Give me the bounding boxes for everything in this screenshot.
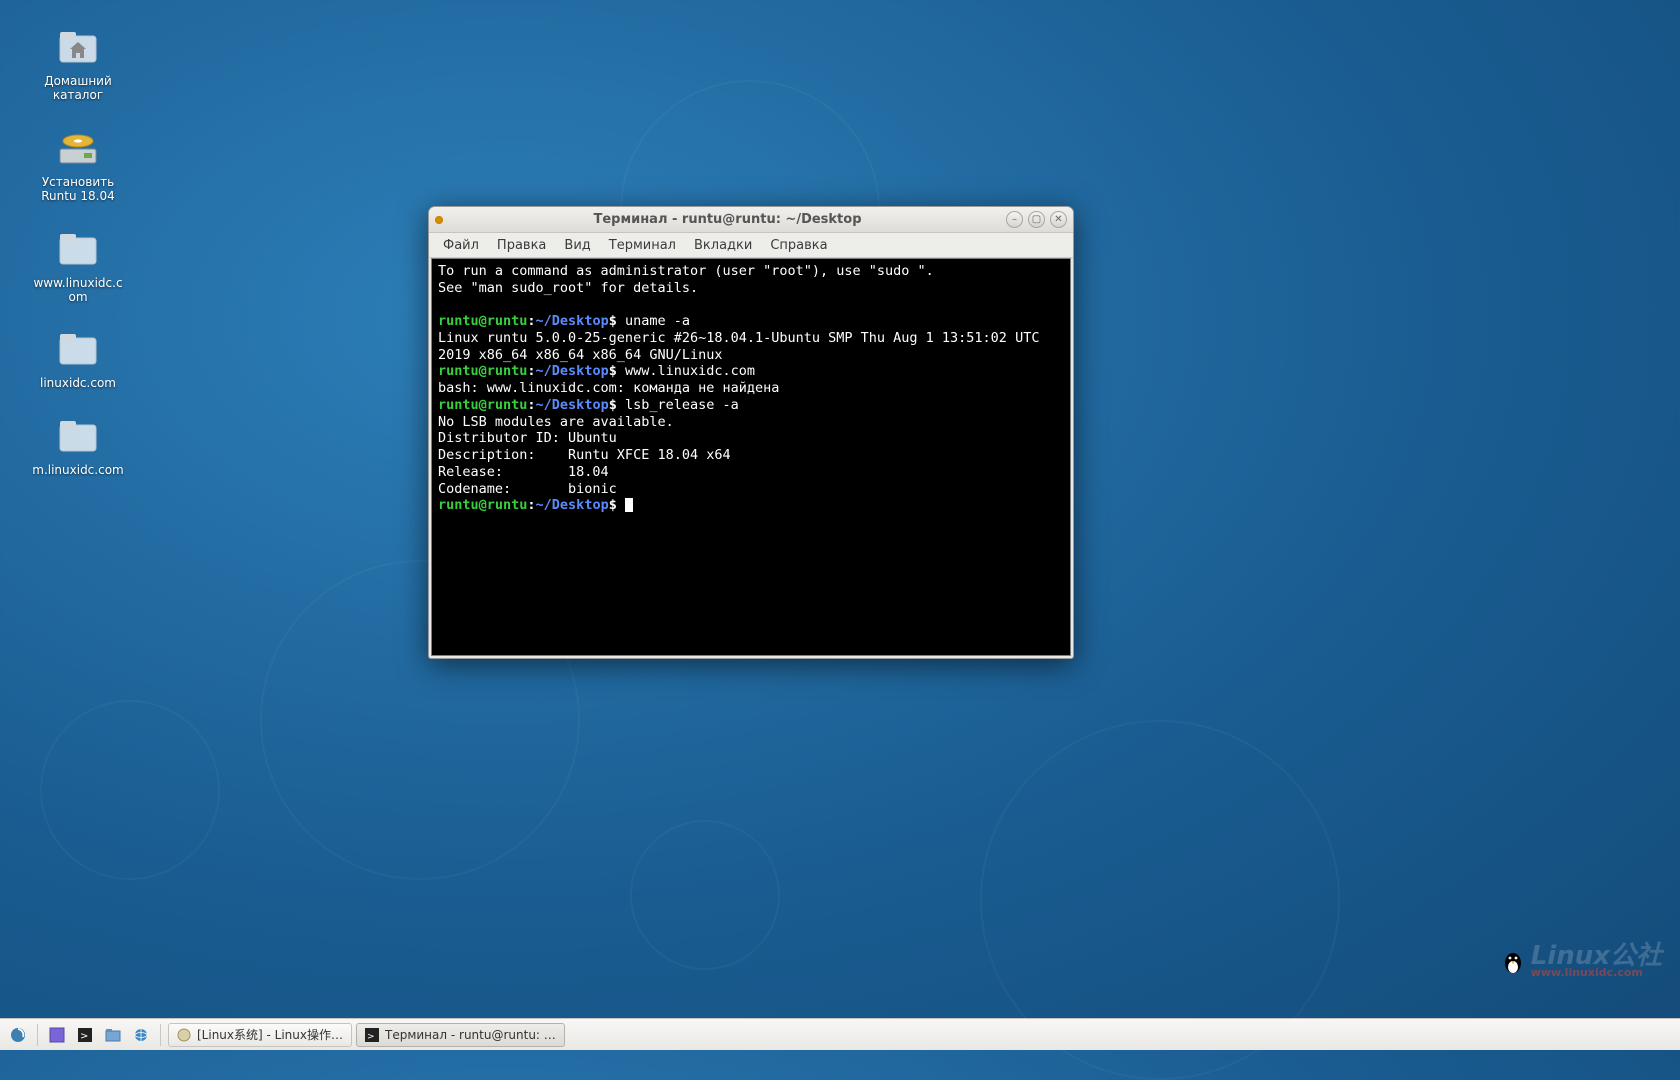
disk-icon bbox=[54, 123, 102, 171]
menu-button[interactable] bbox=[6, 1023, 30, 1047]
terminal-icon: > bbox=[365, 1028, 379, 1042]
maximize-button[interactable]: ▢ bbox=[1028, 211, 1045, 228]
folder-icon bbox=[54, 324, 102, 372]
desktop-icon-label: Установить Runtu 18.04 bbox=[23, 175, 133, 204]
menu-вкладки[interactable]: Вкладки bbox=[686, 235, 760, 256]
desktop-icon-folder-linuxidc[interactable]: linuxidc.com bbox=[18, 320, 138, 394]
taskbar: > [Linux系统] - Linux操作… > Терминал - runtu@… bbox=[0, 1018, 1680, 1050]
task-terminal[interactable]: > Терминал - runtu@runtu: … bbox=[356, 1023, 565, 1047]
globe-icon bbox=[177, 1028, 191, 1042]
cursor bbox=[625, 498, 633, 512]
menu-файл[interactable]: Файл bbox=[435, 235, 487, 256]
task-item-label: Терминал - runtu@runtu: … bbox=[385, 1028, 556, 1042]
svg-text:>: > bbox=[80, 1031, 88, 1042]
folder-icon bbox=[54, 411, 102, 459]
titlebar[interactable]: Терминал - runtu@runtu: ~/Desktop – ▢ ✕ bbox=[429, 207, 1073, 233]
task-item-label: [Linux系统] - Linux操作… bbox=[197, 1026, 343, 1043]
files-launcher[interactable] bbox=[101, 1023, 125, 1047]
desktop-icon-label: m.linuxidc.com bbox=[32, 463, 123, 477]
menubar: ФайлПравкаВидТерминалВкладкиСправка bbox=[429, 233, 1073, 258]
desktop-icon-home-folder[interactable]: Домашний каталог bbox=[18, 18, 138, 107]
menu-правка[interactable]: Правка bbox=[489, 235, 554, 256]
desktop-icon-label: linuxidc.com bbox=[40, 376, 116, 390]
terminal-window[interactable]: Терминал - runtu@runtu: ~/Desktop – ▢ ✕ … bbox=[428, 206, 1074, 659]
window-buttons: – ▢ ✕ bbox=[1006, 211, 1067, 228]
show-desktop-button[interactable] bbox=[45, 1023, 69, 1047]
terminal-body[interactable]: To run a command as administrator (user … bbox=[431, 258, 1071, 656]
watermark-sub: www.linuxidc.com bbox=[1531, 968, 1662, 978]
watermark-text: Linux公社 bbox=[1531, 945, 1662, 968]
terminal-launcher[interactable]: > bbox=[73, 1023, 97, 1047]
browser-launcher[interactable] bbox=[129, 1023, 153, 1047]
titlebar-app-icon bbox=[435, 216, 443, 224]
menu-справка[interactable]: Справка bbox=[762, 235, 835, 256]
menu-вид[interactable]: Вид bbox=[556, 235, 598, 256]
svg-text:>: > bbox=[367, 1032, 375, 1042]
tux-icon bbox=[1501, 947, 1525, 975]
desktop-icon-install-runtu[interactable]: Установить Runtu 18.04 bbox=[18, 119, 138, 208]
task-browser[interactable]: [Linux系统] - Linux操作… bbox=[168, 1023, 352, 1047]
desktop[interactable]: Домашний каталог Установить Runtu 18.04 … bbox=[0, 0, 1680, 1018]
close-button[interactable]: ✕ bbox=[1050, 211, 1067, 228]
desktop-icon-label: www.linuxidc.c om bbox=[23, 276, 133, 305]
desktop-icon-folder-linuxidc-com[interactable]: www.linuxidc.c om bbox=[18, 220, 138, 309]
folder-home-icon bbox=[54, 22, 102, 70]
minimize-button[interactable]: – bbox=[1006, 211, 1023, 228]
folder-icon bbox=[54, 224, 102, 272]
desktop-icon-label: Домашний каталог bbox=[23, 74, 133, 103]
menu-терминал[interactable]: Терминал bbox=[601, 235, 684, 256]
watermark: Linux公社 www.linuxidc.com bbox=[1501, 945, 1662, 978]
desktop-icons: Домашний каталог Установить Runtu 18.04 … bbox=[18, 18, 138, 481]
window-title: Терминал - runtu@runtu: ~/Desktop bbox=[449, 212, 1006, 227]
desktop-icon-folder-m-linuxidc[interactable]: m.linuxidc.com bbox=[18, 407, 138, 481]
